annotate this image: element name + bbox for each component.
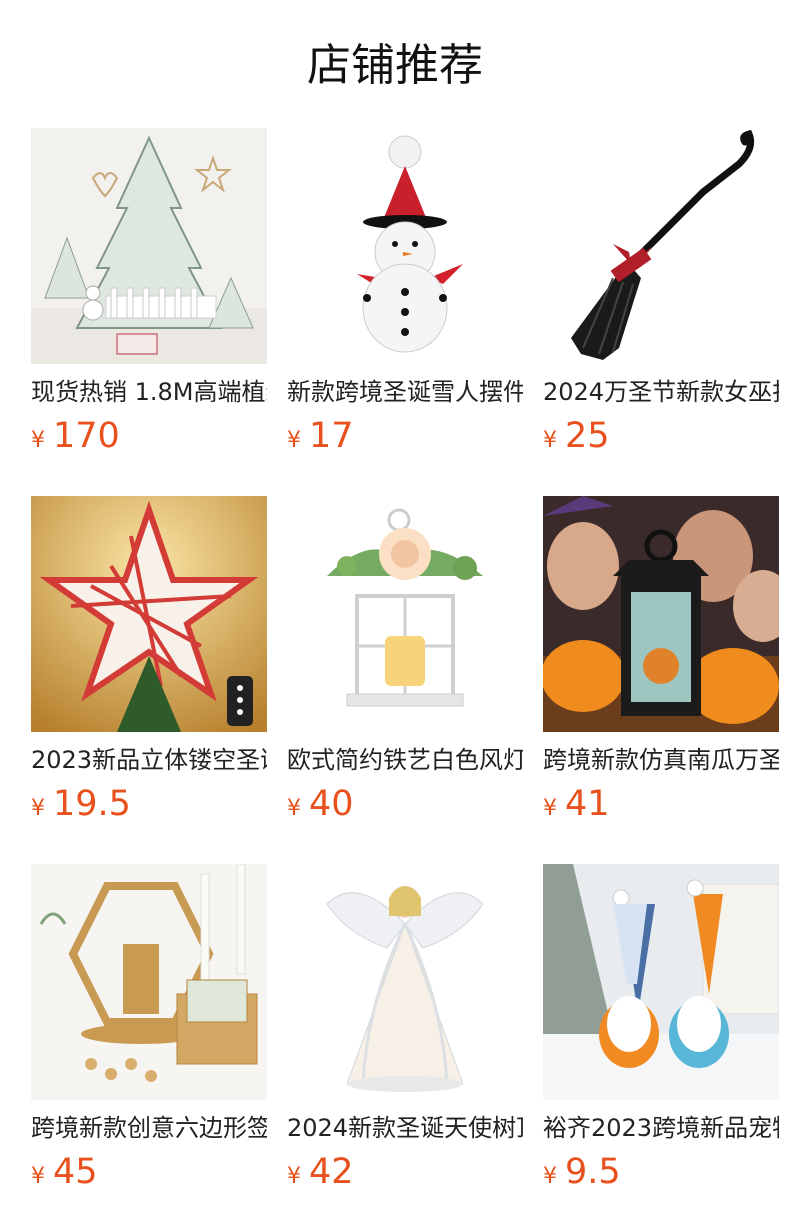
product-name[interactable]: 2024新款圣诞天使树顶 [287, 1109, 523, 1147]
product-name[interactable]: 裕齐2023跨境新品宠物侏儒 [543, 1109, 779, 1147]
currency-symbol: ¥ [543, 1164, 557, 1189]
product-price: ¥ 17 [287, 414, 354, 458]
currency-symbol: ¥ [31, 796, 45, 821]
product-card[interactable]: 2023新品立体镂空圣诞星 ¥ 19.5 [31, 496, 267, 826]
currency-symbol: ¥ [287, 428, 301, 453]
product-image-gnome-dolls[interactable] [543, 864, 779, 1100]
product-card[interactable]: 跨境新款创意六边形签到 ¥ 45 [31, 864, 267, 1194]
product-image-snowman[interactable] [287, 128, 523, 364]
product-name[interactable]: 跨境新款仿真南瓜万圣节灯 [543, 741, 779, 779]
product-name[interactable]: 2024万圣节新款女巫扫帚 [543, 373, 779, 411]
price-amount: 25 [565, 416, 610, 456]
product-image-white-lantern[interactable] [287, 496, 523, 732]
product-name[interactable]: 欧式简约铁艺白色风灯 [287, 741, 523, 779]
price-amount: 45 [53, 1152, 98, 1192]
product-card[interactable]: 现货热销 1.8M高端植绒圣诞树 ¥ 170 [31, 128, 267, 458]
currency-symbol: ¥ [31, 428, 45, 453]
product-card[interactable]: 2024万圣节新款女巫扫帚 ¥ 25 [543, 128, 779, 458]
product-price: ¥ 45 [31, 1150, 98, 1194]
currency-symbol: ¥ [543, 428, 557, 453]
product-price: ¥ 40 [287, 782, 354, 826]
product-card[interactable]: 裕齐2023跨境新品宠物侏儒 ¥ 9.5 [543, 864, 779, 1194]
product-price: ¥ 25 [543, 414, 610, 458]
product-card[interactable]: 跨境新款仿真南瓜万圣节灯 ¥ 41 [543, 496, 779, 826]
page-title: 店铺推荐 [307, 40, 483, 91]
currency-symbol: ¥ [31, 1164, 45, 1189]
product-image-angel-topper[interactable] [287, 864, 523, 1100]
product-name[interactable]: 新款跨境圣诞雪人摆件 [287, 373, 523, 411]
product-price: ¥ 19.5 [31, 782, 131, 826]
product-name[interactable]: 跨境新款创意六边形签到 [31, 1109, 267, 1147]
product-card[interactable]: 欧式简约铁艺白色风灯 ¥ 40 [287, 496, 523, 826]
price-amount: 42 [309, 1152, 354, 1192]
price-amount: 19.5 [53, 784, 131, 824]
product-price: ¥ 41 [543, 782, 610, 826]
product-card[interactable]: 新款跨境圣诞雪人摆件 ¥ 17 [287, 128, 523, 458]
product-image-halloween-lantern[interactable] [543, 496, 779, 732]
product-price: ¥ 9.5 [543, 1150, 621, 1194]
product-price: ¥ 170 [31, 414, 120, 458]
price-amount: 40 [309, 784, 354, 824]
currency-symbol: ¥ [287, 796, 301, 821]
product-name[interactable]: 2023新品立体镂空圣诞星 [31, 741, 267, 779]
currency-symbol: ¥ [543, 796, 557, 821]
product-image-star-topper[interactable] [31, 496, 267, 732]
product-image-flocked-tree[interactable] [31, 128, 267, 364]
price-amount: 17 [309, 416, 354, 456]
product-name[interactable]: 现货热销 1.8M高端植绒圣诞树 [31, 373, 267, 411]
product-image-hexagon-guestbook[interactable] [31, 864, 267, 1100]
product-image-witch-broom[interactable] [543, 128, 779, 364]
product-card[interactable]: 2024新款圣诞天使树顶 ¥ 42 [287, 864, 523, 1194]
product-price: ¥ 42 [287, 1150, 354, 1194]
price-amount: 9.5 [565, 1152, 621, 1192]
price-amount: 170 [53, 416, 120, 456]
currency-symbol: ¥ [287, 1164, 301, 1189]
price-amount: 41 [565, 784, 610, 824]
